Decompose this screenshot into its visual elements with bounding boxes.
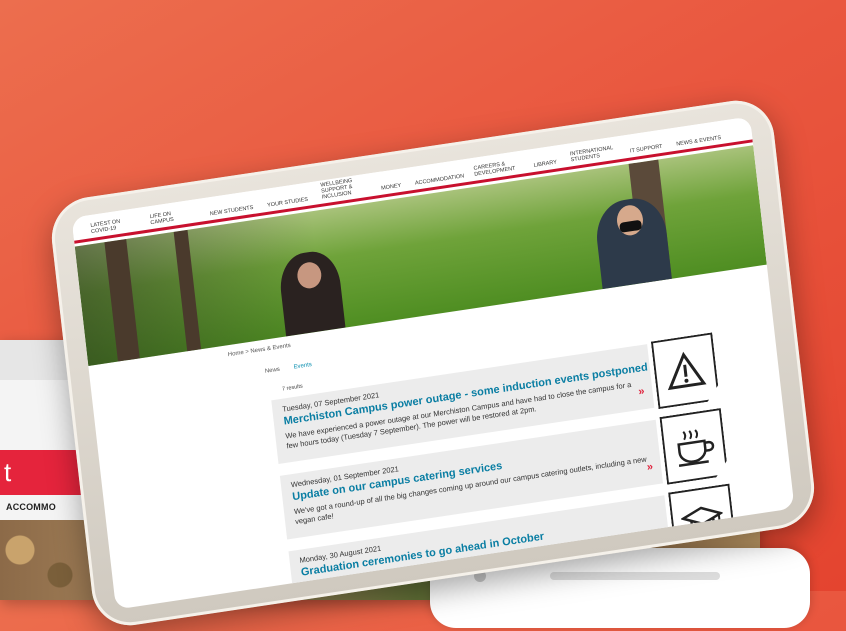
hero-tree	[173, 229, 202, 352]
hero-tree	[104, 238, 140, 362]
results-count: 7 results	[281, 383, 304, 393]
nav-item-library[interactable]: LIBRARY	[533, 160, 557, 172]
nav-item-wellbeing[interactable]: WELLBEING SUPPORT & INCLUSION	[320, 176, 368, 204]
hero-person-woman	[277, 248, 346, 337]
coffee-cup-icon	[659, 408, 728, 485]
nav-item-life-on-campus[interactable]: LIFE ON CAMPUS	[150, 207, 197, 229]
warning-icon	[651, 332, 720, 409]
nav-item-international[interactable]: INTERNATIONAL STUDENTS	[570, 145, 617, 167]
background-nav-label: ACCOMMO	[6, 502, 56, 512]
news-events-filters: News Events	[265, 362, 313, 375]
filter-events[interactable]: Events	[293, 362, 312, 371]
nav-item-new-students[interactable]: NEW STUDENTS	[210, 205, 255, 220]
breadcrumb[interactable]: Home > News & Events	[228, 343, 292, 358]
nav-item-latest-covid[interactable]: LATEST ON COVID-19	[90, 216, 137, 238]
read-more-chevron-icon[interactable]: »	[638, 385, 645, 398]
nav-item-money[interactable]: MONEY	[381, 183, 402, 195]
nav-item-your-studies[interactable]: YOUR STUDIES	[267, 197, 309, 212]
nav-item-it-support[interactable]: IT SUPPORT	[630, 144, 663, 158]
tablet-screen: LATEST ON COVID-19 LIFE ON CAMPUS NEW ST…	[71, 116, 795, 610]
nav-item-careers[interactable]: CAREERS & DEVELOPMENT	[473, 159, 520, 181]
nav-item-news-events[interactable]: NEWS & EVENTS	[676, 135, 722, 151]
phone-speaker	[550, 572, 720, 580]
nav-item-accommodation[interactable]: ACCOMMODATION	[415, 173, 465, 190]
filter-news[interactable]: News	[265, 367, 281, 375]
hero-person-face	[296, 260, 323, 291]
read-more-chevron-icon[interactable]: »	[646, 461, 653, 474]
